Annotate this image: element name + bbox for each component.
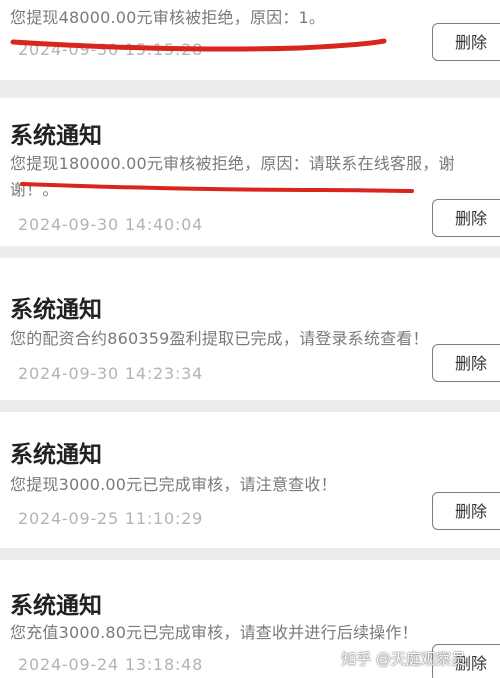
delete-button[interactable]: 删除: [432, 23, 500, 61]
notification-card-2: 系统通知 您提现180000.00元审核被拒绝，原因：请联系在线客服，谢谢！。 …: [0, 98, 500, 246]
watermark: 知乎 @天庭观察员: [341, 650, 466, 668]
notification-time: 2024-09-24 13:18:48: [18, 655, 204, 674]
notification-title: 系统通知: [10, 442, 102, 468]
delete-button[interactable]: 删除: [432, 344, 500, 382]
notification-card-4: 系统通知 您提现3000.00元已完成审核，请注意查收！ 2024-09-25 …: [0, 412, 500, 548]
notification-card-3: 系统通知 您的配资合约860359盈利提取已完成，请登录系统查看！ 2024-0…: [0, 258, 500, 400]
notification-time: 2024-09-25 11:10:29: [18, 509, 204, 528]
delete-button[interactable]: 删除: [432, 199, 500, 237]
notification-time: 2024-09-30 14:40:04: [18, 215, 204, 234]
notification-title: 系统通知: [10, 123, 102, 149]
notification-message: 您充值3000.80元已完成审核，请查收并进行后续操作！: [10, 623, 418, 642]
notification-message: 您的配资合约860359盈利提取已完成，请登录系统查看！: [10, 329, 429, 348]
notification-title: 系统通知: [10, 297, 102, 323]
notification-message: 您提现48000.00元审核被拒绝，原因：1。: [10, 8, 326, 27]
notification-time: 2024-09-30 14:23:34: [18, 364, 204, 383]
notification-title: 系统通知: [10, 593, 102, 619]
notification-card-1: 您提现48000.00元审核被拒绝，原因：1。 2024-09-30 15:15…: [0, 0, 500, 80]
notification-message: 您提现180000.00元审核被拒绝，原因：请联系在线客服，谢谢！。: [10, 154, 455, 199]
delete-button[interactable]: 删除: [432, 492, 500, 530]
notification-message: 您提现3000.00元已完成审核，请注意查收！: [10, 475, 337, 494]
notification-time: 2024-09-30 15:15:28: [18, 40, 204, 59]
